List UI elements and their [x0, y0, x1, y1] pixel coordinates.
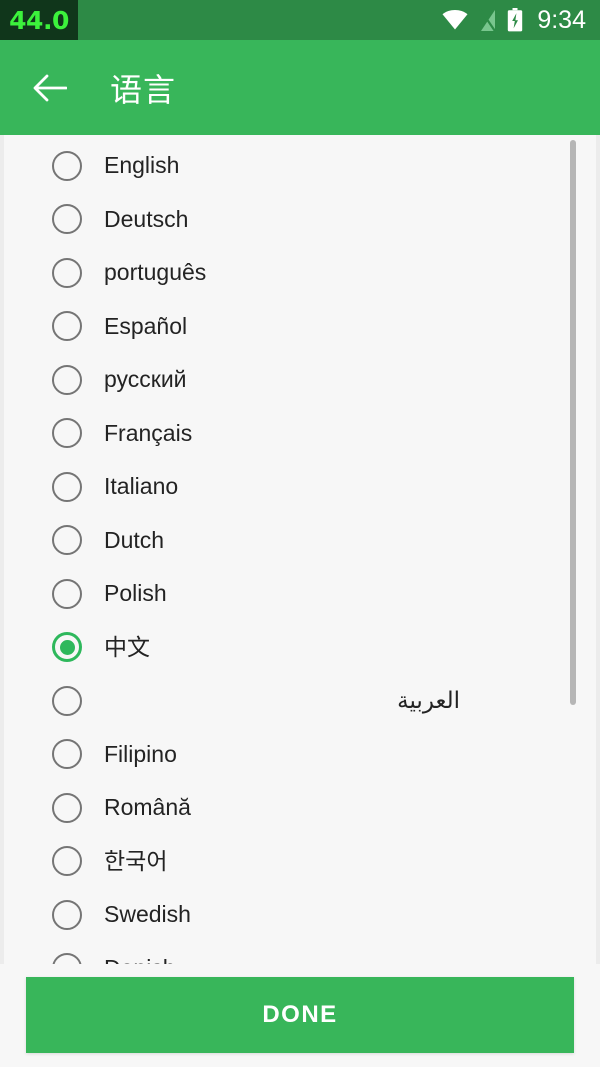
language-row[interactable]: русский — [0, 353, 600, 407]
battery-charging-icon — [507, 8, 523, 32]
language-row[interactable]: Français — [0, 407, 600, 461]
status-bar-clock: 9:34 — [537, 5, 586, 34]
radio-button[interactable] — [52, 257, 82, 288]
wifi-icon — [442, 10, 468, 30]
language-label: 한국어 — [104, 847, 168, 874]
language-row[interactable]: 中文 — [0, 621, 600, 675]
sim-card-no-signal-icon — [479, 8, 497, 32]
radio-button[interactable] — [52, 846, 82, 877]
radio-button[interactable] — [52, 311, 82, 342]
language-row[interactable]: Filipino — [0, 728, 600, 782]
language-label: English — [104, 152, 180, 179]
radio-button[interactable] — [52, 899, 82, 930]
language-label: português — [104, 259, 207, 286]
language-list-inner: English Deutsch português Español русский Fra… — [0, 135, 600, 970]
status-bar-icons: 9:34 — [442, 6, 600, 35]
radio-button-selected[interactable] — [52, 632, 82, 663]
back-button[interactable] — [18, 56, 82, 120]
language-row[interactable]: Swedish — [0, 888, 600, 942]
radio-button[interactable] — [52, 418, 82, 449]
language-label: Filipino — [104, 740, 177, 767]
radio-button[interactable] — [52, 150, 82, 181]
screen-edge-right — [596, 135, 600, 1067]
language-row[interactable]: Italiano — [0, 460, 600, 514]
back-arrow-icon — [33, 74, 67, 101]
language-label: Italiano — [104, 473, 179, 500]
language-row[interactable]: Español — [0, 300, 600, 354]
language-label: العربية — [397, 687, 460, 714]
screen-edge-left — [0, 135, 4, 1067]
language-label: Deutsch — [104, 205, 189, 232]
language-row[interactable]: 한국어 — [0, 835, 600, 889]
language-label: Français — [104, 419, 193, 446]
scrollbar-thumb[interactable] — [570, 140, 576, 705]
language-label: русский — [104, 366, 187, 393]
phone-screen: 44.0 9:34 语言 English Deutsch português E… — [0, 0, 600, 1067]
language-row[interactable]: Deutsch — [0, 193, 600, 247]
status-bar: 44.0 9:34 — [0, 0, 600, 40]
language-row[interactable]: Polish — [0, 567, 600, 621]
done-button[interactable]: DONE — [26, 977, 574, 1053]
language-label: Română — [104, 794, 191, 821]
radio-button[interactable] — [52, 578, 82, 609]
radio-button[interactable] — [52, 204, 82, 235]
page-title: 语言 — [110, 71, 177, 108]
radio-button[interactable] — [52, 525, 82, 556]
fps-overlay-badge: 44.0 — [0, 0, 78, 40]
language-label: Español — [104, 312, 188, 339]
language-label: Polish — [104, 580, 167, 607]
radio-button[interactable] — [52, 685, 82, 716]
language-row[interactable]: Dutch — [0, 514, 600, 568]
radio-button[interactable] — [52, 739, 82, 770]
language-list[interactable]: English Deutsch português Español русский Fra… — [0, 135, 600, 970]
radio-button[interactable] — [52, 471, 82, 502]
radio-button[interactable] — [52, 364, 82, 395]
radio-button[interactable] — [52, 792, 82, 823]
language-row[interactable]: português — [0, 246, 600, 300]
language-label: Dutch — [104, 526, 165, 553]
language-label: Swedish — [104, 901, 191, 928]
footer-bar: DONE — [0, 964, 600, 1067]
language-row[interactable]: العربية — [0, 674, 600, 728]
app-bar: 语言 — [0, 40, 600, 135]
language-row[interactable]: English — [0, 139, 600, 193]
language-row[interactable]: Română — [0, 781, 600, 835]
language-label: 中文 — [104, 633, 150, 660]
